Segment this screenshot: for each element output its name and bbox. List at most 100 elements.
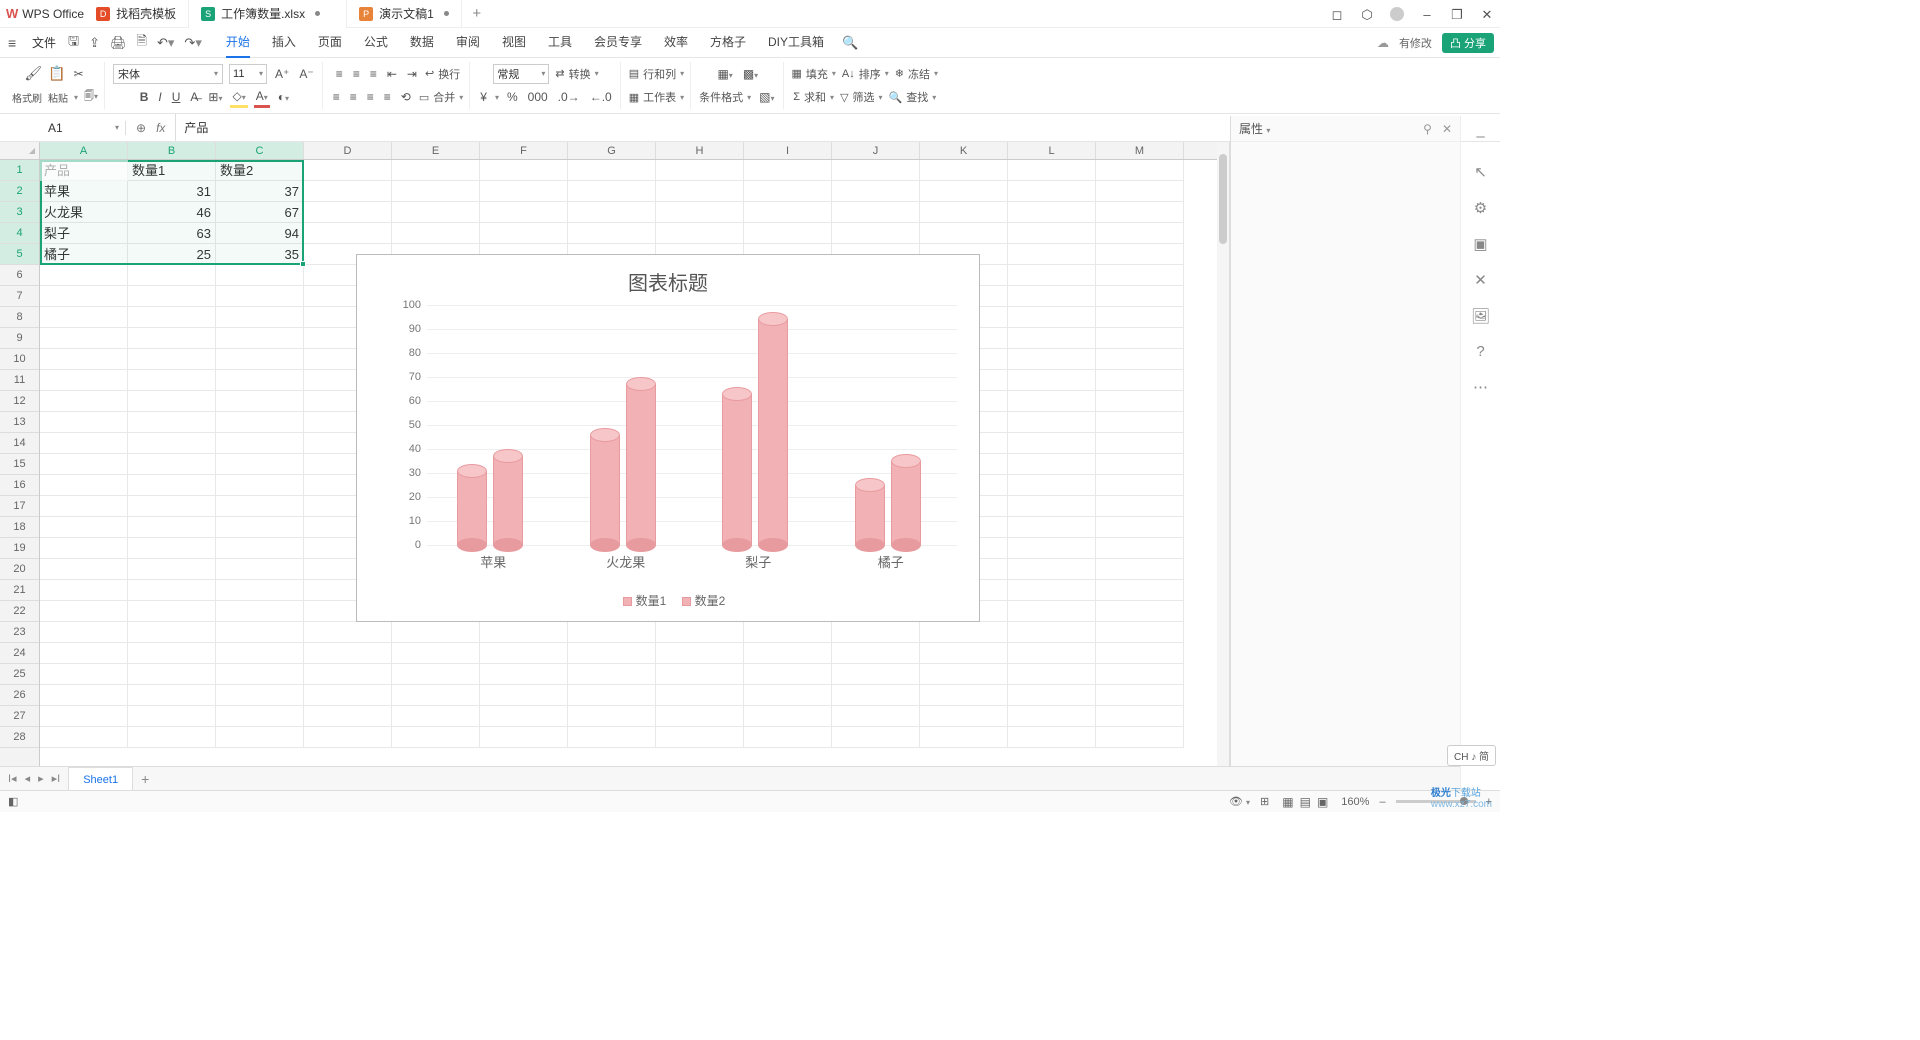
cell[interactable] bbox=[1008, 286, 1096, 307]
cell[interactable] bbox=[216, 454, 304, 475]
cube-icon[interactable]: ⬡ bbox=[1360, 7, 1374, 21]
cell[interactable] bbox=[480, 643, 568, 664]
col-header[interactable]: F bbox=[480, 142, 568, 159]
align-justify-icon[interactable]: ≡ bbox=[382, 88, 393, 106]
sheet-tab-1[interactable]: Sheet1 bbox=[68, 767, 133, 791]
align-right-icon[interactable]: ≡ bbox=[365, 88, 376, 106]
chart-bar[interactable] bbox=[722, 394, 752, 545]
sheet-first-icon[interactable]: I◂ bbox=[8, 772, 17, 785]
cell[interactable] bbox=[920, 685, 1008, 706]
cell[interactable]: 橘子 bbox=[40, 244, 128, 265]
cell[interactable] bbox=[1096, 664, 1184, 685]
cell[interactable] bbox=[392, 202, 480, 223]
cell[interactable] bbox=[568, 664, 656, 685]
cell[interactable] bbox=[920, 181, 1008, 202]
cell[interactable] bbox=[1008, 727, 1096, 748]
cell[interactable] bbox=[1096, 601, 1184, 622]
cell[interactable] bbox=[832, 685, 920, 706]
fx-icon[interactable]: fx bbox=[156, 121, 165, 135]
cell[interactable] bbox=[744, 622, 832, 643]
col-header[interactable]: L bbox=[1008, 142, 1096, 159]
cell[interactable] bbox=[216, 307, 304, 328]
cell[interactable] bbox=[832, 706, 920, 727]
row-header[interactable]: 5 bbox=[0, 244, 39, 265]
pin-icon[interactable]: ⚲ bbox=[1423, 122, 1432, 136]
col-header[interactable]: A bbox=[40, 142, 128, 159]
cell[interactable] bbox=[1096, 727, 1184, 748]
cell[interactable] bbox=[128, 412, 216, 433]
underline-icon[interactable]: U bbox=[170, 88, 183, 106]
cell[interactable] bbox=[1096, 244, 1184, 265]
cell[interactable] bbox=[1096, 328, 1184, 349]
cell[interactable] bbox=[480, 685, 568, 706]
cell[interactable] bbox=[1008, 244, 1096, 265]
cell[interactable] bbox=[392, 223, 480, 244]
cell[interactable] bbox=[304, 223, 392, 244]
fill-color-icon[interactable]: ◇▾ bbox=[230, 87, 247, 108]
decrease-font-icon[interactable]: A⁻ bbox=[297, 65, 315, 83]
cell[interactable] bbox=[216, 328, 304, 349]
cell[interactable] bbox=[128, 559, 216, 580]
cell[interactable] bbox=[832, 202, 920, 223]
cell[interactable] bbox=[216, 412, 304, 433]
cell[interactable] bbox=[1008, 391, 1096, 412]
cell[interactable] bbox=[1008, 664, 1096, 685]
cell[interactable] bbox=[1096, 412, 1184, 433]
chart-bar[interactable] bbox=[493, 456, 523, 545]
minimize-button[interactable]: – bbox=[1420, 7, 1434, 21]
row-header[interactable]: 4 bbox=[0, 223, 39, 244]
cell[interactable] bbox=[40, 412, 128, 433]
row-header[interactable]: 1 bbox=[0, 160, 39, 181]
cell[interactable]: 火龙果 bbox=[40, 202, 128, 223]
cell[interactable]: 31 bbox=[128, 181, 216, 202]
cell[interactable] bbox=[40, 643, 128, 664]
row-header[interactable]: 16 bbox=[0, 475, 39, 496]
cell[interactable] bbox=[1096, 517, 1184, 538]
worksheet-button[interactable]: ▦ 工作表▾ bbox=[629, 89, 684, 105]
cell[interactable] bbox=[1008, 706, 1096, 727]
cell[interactable]: 苹果 bbox=[40, 181, 128, 202]
row-header[interactable]: 23 bbox=[0, 622, 39, 643]
tab-efficiency[interactable]: 效率 bbox=[664, 27, 688, 58]
chart-bar[interactable] bbox=[590, 435, 620, 545]
panel-close-icon[interactable]: ✕ bbox=[1442, 122, 1452, 136]
cell[interactable] bbox=[128, 475, 216, 496]
cell[interactable] bbox=[128, 349, 216, 370]
number-format-select[interactable]: 常规▾ bbox=[493, 64, 549, 84]
sum-button[interactable]: Σ 求和▾ bbox=[793, 89, 834, 105]
cell[interactable] bbox=[1008, 643, 1096, 664]
tab-add-button[interactable]: + bbox=[462, 5, 492, 22]
vertical-scrollbar[interactable] bbox=[1217, 142, 1229, 778]
cell[interactable]: 数量1 bbox=[128, 160, 216, 181]
cell[interactable] bbox=[40, 349, 128, 370]
cell[interactable] bbox=[480, 727, 568, 748]
cell[interactable] bbox=[568, 181, 656, 202]
cell[interactable] bbox=[1096, 538, 1184, 559]
cell[interactable] bbox=[1008, 433, 1096, 454]
cell[interactable] bbox=[744, 685, 832, 706]
cell[interactable]: 37 bbox=[216, 181, 304, 202]
cell[interactable] bbox=[216, 559, 304, 580]
tab-review[interactable]: 审阅 bbox=[456, 27, 480, 58]
cell[interactable] bbox=[216, 664, 304, 685]
select-all-corner[interactable] bbox=[0, 142, 40, 160]
cell[interactable] bbox=[128, 538, 216, 559]
cell[interactable] bbox=[568, 706, 656, 727]
cell[interactable] bbox=[304, 643, 392, 664]
sheet-prev-icon[interactable]: ◂ bbox=[25, 772, 31, 785]
cell[interactable] bbox=[1096, 433, 1184, 454]
cell[interactable] bbox=[40, 706, 128, 727]
cell[interactable] bbox=[568, 160, 656, 181]
cell[interactable] bbox=[480, 622, 568, 643]
row-header[interactable]: 9 bbox=[0, 328, 39, 349]
rail-help-icon[interactable]: ? bbox=[1476, 343, 1484, 360]
cell[interactable] bbox=[216, 265, 304, 286]
cell[interactable] bbox=[40, 454, 128, 475]
comma-icon[interactable]: 000 bbox=[526, 88, 550, 106]
border-icon[interactable]: ⊞▾ bbox=[206, 88, 224, 106]
tab-page[interactable]: 页面 bbox=[318, 27, 342, 58]
merge-button[interactable]: ▭ 合并▾ bbox=[419, 89, 463, 105]
formula-input[interactable]: 产品 bbox=[176, 119, 216, 136]
percent-icon[interactable]: % bbox=[505, 88, 520, 106]
col-header[interactable]: C bbox=[216, 142, 304, 159]
